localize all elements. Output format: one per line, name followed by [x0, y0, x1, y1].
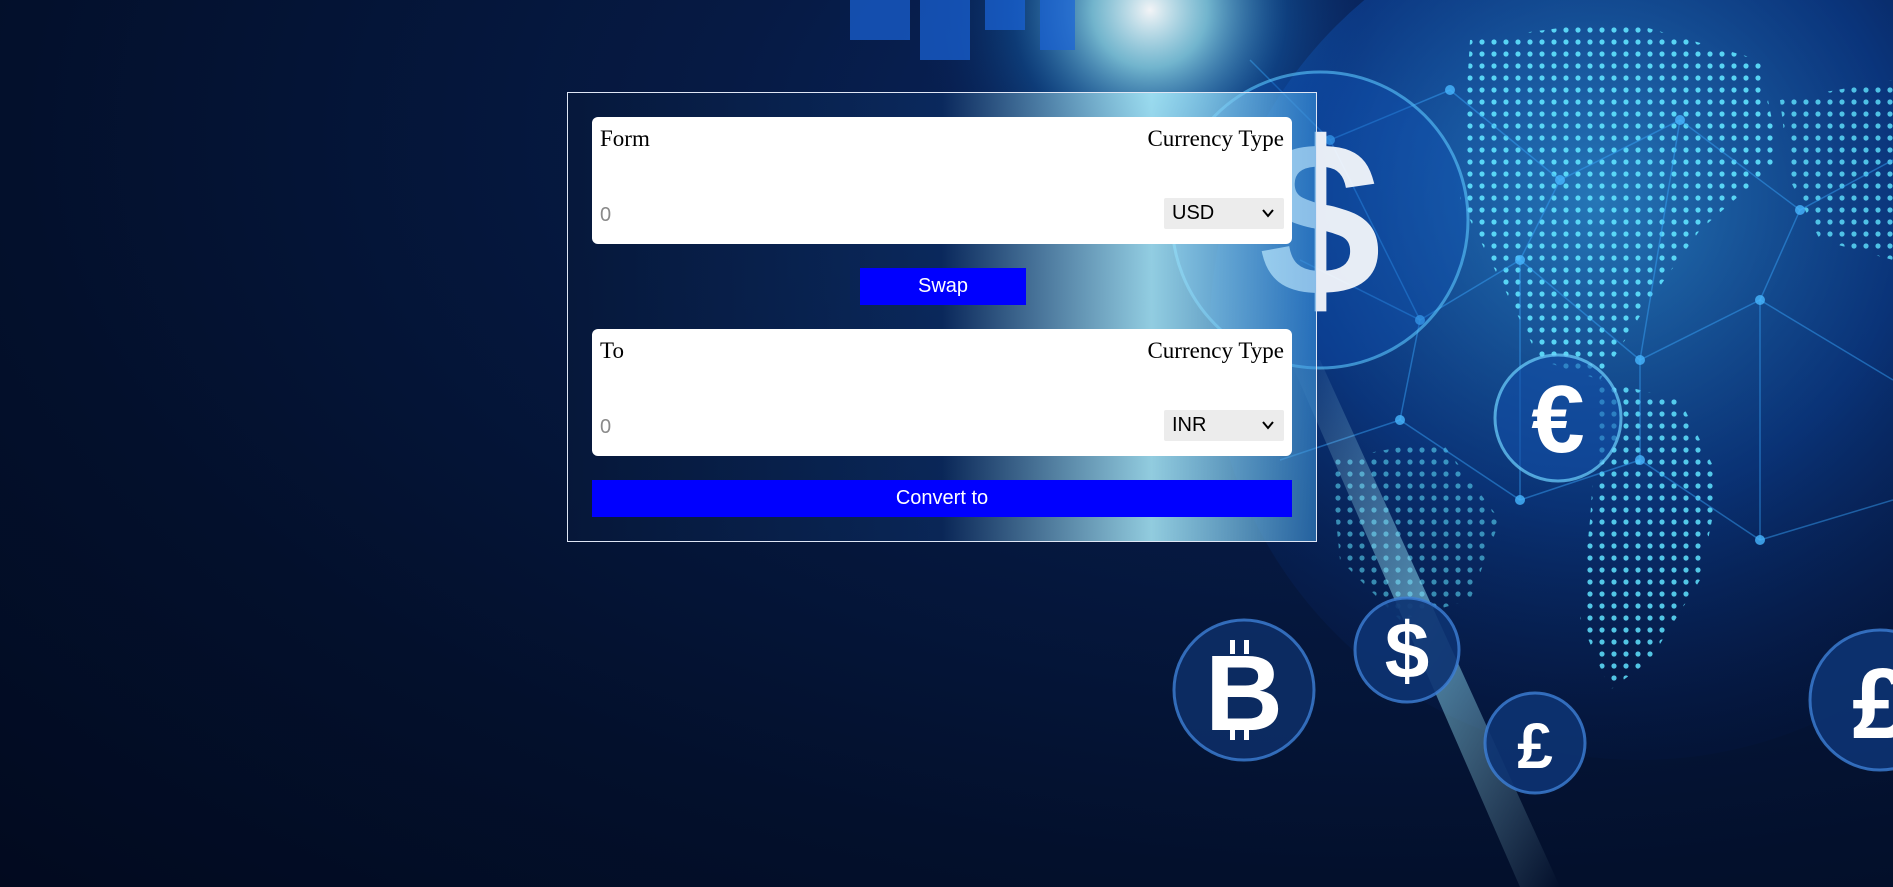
- from-currency-select[interactable]: USD: [1164, 198, 1284, 229]
- bitcoin-icon: B: [1172, 618, 1316, 762]
- swap-button[interactable]: Swap: [860, 268, 1026, 305]
- currency-converter-card: Form Currency Type USD Swap To Currency …: [567, 92, 1317, 542]
- convert-button[interactable]: Convert to: [592, 480, 1292, 517]
- from-amount-input[interactable]: [600, 201, 900, 229]
- pound-icon: £: [1483, 691, 1587, 795]
- to-currency-type-label: Currency Type: [1147, 338, 1284, 363]
- to-currency-value: INR: [1172, 414, 1207, 436]
- to-amount-input[interactable]: [600, 413, 900, 441]
- to-label: To: [600, 338, 624, 363]
- to-currency-select[interactable]: INR: [1164, 410, 1284, 441]
- from-panel: Form Currency Type USD: [592, 117, 1292, 244]
- chevron-down-icon: [1262, 421, 1274, 430]
- from-currency-type-label: Currency Type: [1147, 126, 1284, 151]
- from-label: Form: [600, 126, 650, 151]
- svg-text:€: €: [1531, 366, 1584, 473]
- svg-text:£: £: [1852, 648, 1893, 760]
- svg-text:£: £: [1517, 710, 1553, 782]
- to-panel: To Currency Type INR: [592, 329, 1292, 456]
- chevron-down-icon: [1262, 209, 1274, 218]
- euro-icon: €: [1493, 353, 1623, 483]
- svg-text:$: $: [1385, 606, 1430, 695]
- dollar-icon: $: [1353, 596, 1461, 704]
- from-currency-value: USD: [1172, 202, 1215, 224]
